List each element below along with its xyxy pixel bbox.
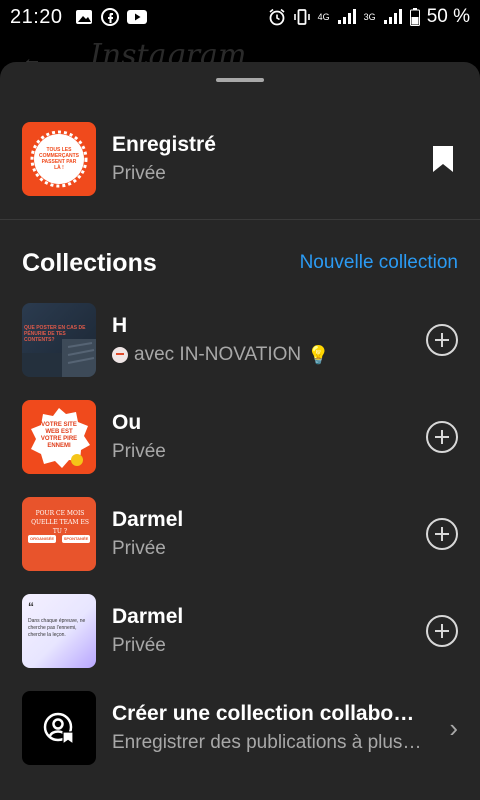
create-collab-row[interactable]: Créer une collection collaborative Enreg… (0, 690, 480, 766)
collection-subtitle: Privée (112, 635, 166, 656)
battery-icon (409, 8, 420, 26)
collection-thumbnail: POUR CE MOIS QUELLE TEAM ES TU ? ORGANIS… (22, 497, 96, 571)
new-collection-link[interactable]: Nouvelle collection (300, 252, 458, 274)
status-right: 4G 3G 50 % (268, 6, 470, 28)
quote-mark-icon: “ (28, 600, 34, 614)
divider (0, 219, 480, 220)
collection-thumbnail: QUE POSTER EN CAS DE PÉNURIE DE TES CONT… (22, 303, 96, 377)
drag-handle[interactable] (216, 78, 264, 82)
chevron-right-icon: › (449, 712, 458, 743)
collection-text: Darmel Privée (112, 605, 183, 657)
bookmark-button[interactable] (428, 144, 458, 174)
add-to-collection-button[interactable] (426, 324, 458, 356)
collab-title: Créer une collection collaborative (112, 702, 422, 725)
collection-title: H (112, 314, 128, 337)
collections-title: Collections (22, 248, 157, 277)
gallery-icon (75, 10, 92, 24)
collection-title: Darmel (112, 508, 184, 531)
collection-subtitle: avec IN-NOVATION 💡 (112, 344, 330, 366)
saved-item[interactable]: TOUS LES COMMERÇANTS PASSENT PAR LÀ ! En… (0, 120, 480, 198)
collection-title: Darmel (112, 605, 184, 628)
collection-row-darmel-2[interactable]: “ Dans chaque épreuve, ne cherche pas l'… (0, 593, 480, 669)
collab-person-icon (43, 712, 74, 745)
collab-thumbnail (22, 691, 96, 765)
thumb-tag-organisee: ORGANISÉE (28, 535, 56, 543)
collection-subtitle: Privée (112, 441, 166, 462)
collection-row-h[interactable]: QUE POSTER EN CAS DE PÉNURIE DE TES CONT… (0, 302, 480, 378)
collaborator-avatar (112, 347, 128, 363)
alarm-icon (269, 8, 285, 26)
collection-thumb-text: Dans chaque épreuve, ne cherche pas l'en… (28, 618, 86, 638)
collection-thumb-text: POUR CE MOIS QUELLE TEAM ES TU ? (31, 510, 89, 535)
bookmark-filled-icon (433, 146, 453, 172)
network-3g-label: 3G (363, 11, 376, 22)
collab-text: Créer une collection collaborative Enreg… (112, 702, 422, 754)
status-bar: 21:20 4G 3G 50 % (0, 0, 480, 34)
battery-percent: 50 % (426, 6, 470, 27)
status-time: 21:20 (10, 5, 63, 28)
collection-thumb-text: QUE POSTER EN CAS DE PÉNURIE DE TES CONT… (24, 325, 86, 343)
collections-header: Collections Nouvelle collection (22, 246, 458, 280)
thumb-tag-spontanee: SPONTANÉE (62, 535, 90, 543)
collection-text: Darmel Privée (112, 508, 183, 560)
saved-subtitle: Privée (112, 163, 166, 184)
saved-text: Enregistré Privée (112, 133, 216, 185)
collection-subtitle: Privée (112, 538, 166, 559)
collection-text: H avec IN-NOVATION 💡 (112, 314, 330, 366)
collab-label: avec IN-NOVATION (134, 344, 302, 365)
collab-subtitle: Enregistrer des publications à plusieurs (112, 732, 422, 753)
saved-thumb-text: TOUS LES COMMERÇANTS PASSENT PAR LÀ ! (39, 147, 79, 171)
network-4g-label: 4G (317, 11, 330, 22)
collection-thumb-text: VOTRE SITE WEB EST VOTRE PIRE ENNEMI (40, 422, 78, 449)
facebook-icon (100, 8, 119, 26)
collection-thumbnail: “ Dans chaque épreuve, ne cherche pas l'… (22, 594, 96, 668)
add-to-collection-button[interactable] (426, 421, 458, 453)
add-to-collection-button[interactable] (426, 615, 458, 647)
collection-row-ou[interactable]: VOTRE SITE WEB EST VOTRE PIRE ENNEMI Ou … (0, 399, 480, 475)
collection-row-darmel-1[interactable]: POUR CE MOIS QUELLE TEAM ES TU ? ORGANIS… (0, 496, 480, 572)
signal-icon (337, 9, 356, 24)
notification-icons (75, 8, 147, 26)
youtube-icon (126, 10, 147, 24)
collection-text: Ou Privée (112, 411, 166, 463)
lightbulb-icon: 💡 (307, 344, 330, 365)
collection-thumbnail: VOTRE SITE WEB EST VOTRE PIRE ENNEMI (22, 400, 96, 474)
saved-thumbnail: TOUS LES COMMERÇANTS PASSENT PAR LÀ ! (22, 122, 96, 196)
signal-icon-2 (383, 9, 402, 24)
add-to-collection-button[interactable] (426, 518, 458, 550)
vibrate-icon (293, 9, 310, 25)
collection-title: Ou (112, 411, 142, 434)
save-bottom-sheet: TOUS LES COMMERÇANTS PASSENT PAR LÀ ! En… (0, 62, 480, 800)
saved-title: Enregistré (112, 133, 216, 156)
